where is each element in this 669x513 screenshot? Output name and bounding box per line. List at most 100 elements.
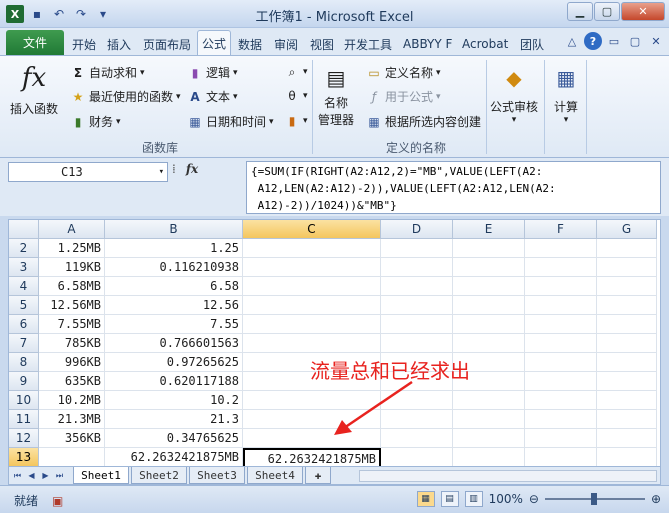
autosum-button[interactable]: Σ 自动求和 ▾ [70, 64, 145, 81]
cell-g13[interactable] [597, 448, 657, 466]
cell-f12[interactable] [525, 429, 597, 448]
row-header[interactable]: 2 [9, 239, 39, 258]
cell-b11[interactable]: 21.3 [105, 410, 243, 429]
cell-c4[interactable] [243, 277, 381, 296]
column-header-c[interactable]: C [243, 220, 381, 239]
page-break-view-icon[interactable]: ▥ [464, 491, 483, 507]
sheet-tab-3[interactable]: Sheet3 [189, 467, 245, 484]
cell-f4[interactable] [525, 277, 597, 296]
insert-function-button[interactable]: fx 插入函数 [10, 62, 58, 117]
cell-g3[interactable] [597, 258, 657, 277]
column-header-b[interactable]: B [105, 220, 243, 239]
column-header-a[interactable]: A [39, 220, 105, 239]
formula-input[interactable]: {=SUM(IF(RIGHT(A2:A12,2)="MB",VALUE(LEFT… [246, 161, 661, 214]
cell-c5[interactable] [243, 296, 381, 315]
zoom-in-icon[interactable]: ⊕ [651, 492, 661, 506]
cell-a2[interactable]: 1.25MB [39, 239, 105, 258]
maximize-button[interactable]: ▢ [594, 2, 620, 21]
cell-c13[interactable]: 62.2632421875MB [243, 448, 381, 466]
cell-b4[interactable]: 6.58 [105, 277, 243, 296]
row-header[interactable]: 13 [9, 448, 39, 466]
cell-f5[interactable] [525, 296, 597, 315]
cell-a4[interactable]: 6.58MB [39, 277, 105, 296]
cell-e10[interactable] [453, 391, 525, 410]
row-header[interactable]: 8 [9, 353, 39, 372]
cell-a11[interactable]: 21.3MB [39, 410, 105, 429]
sheet-tab-2[interactable]: Sheet2 [131, 467, 187, 484]
cell-e5[interactable] [453, 296, 525, 315]
tab-data[interactable]: 数据 [238, 33, 262, 55]
cell-d6[interactable] [381, 315, 453, 334]
more-functions-button[interactable]: ▮ ▾ [284, 113, 308, 129]
create-from-selection-button[interactable]: ▦ 根据所选内容创建 [366, 113, 481, 130]
row-header[interactable]: 7 [9, 334, 39, 353]
cell-f11[interactable] [525, 410, 597, 429]
tab-team[interactable]: 团队 [520, 33, 544, 55]
cell-e4[interactable] [453, 277, 525, 296]
cell-e13[interactable] [453, 448, 525, 466]
cell-e7[interactable] [453, 334, 525, 353]
zoom-level[interactable]: 100% [489, 492, 523, 506]
cell-b13[interactable]: 62.2632421875MB [105, 448, 243, 466]
workbook-close-icon[interactable]: ✕ [647, 32, 665, 50]
lookup-button[interactable]: ⌕ ▾ [284, 64, 308, 80]
cell-g6[interactable] [597, 315, 657, 334]
cell-f8[interactable] [525, 353, 597, 372]
tab-page-layout[interactable]: 页面布局 [143, 33, 191, 55]
cell-g7[interactable] [597, 334, 657, 353]
minimize-ribbon-icon[interactable]: △ [563, 32, 581, 50]
cell-f10[interactable] [525, 391, 597, 410]
sheet-tab-1[interactable]: Sheet1 [73, 467, 129, 484]
cell-f6[interactable] [525, 315, 597, 334]
cell-d13[interactable] [381, 448, 453, 466]
column-header-e[interactable]: E [453, 220, 525, 239]
cell-a8[interactable]: 996KB [39, 353, 105, 372]
cell-f9[interactable] [525, 372, 597, 391]
cell-e12[interactable] [453, 429, 525, 448]
cell-g5[interactable] [597, 296, 657, 315]
text-button[interactable]: A 文本 ▾ [187, 88, 237, 105]
zoom-slider[interactable] [544, 493, 645, 505]
recent-functions-button[interactable]: ★ 最近使用的函数 ▾ [70, 88, 181, 105]
tab-review[interactable]: 审阅 [274, 33, 298, 55]
tab-file[interactable]: 文件 [6, 30, 64, 55]
prev-sheet-icon[interactable]: ◀ [25, 469, 38, 482]
cell-f13[interactable] [525, 448, 597, 466]
cell-b10[interactable]: 10.2 [105, 391, 243, 410]
cell-a9[interactable]: 635KB [39, 372, 105, 391]
page-layout-view-icon[interactable]: ▤ [440, 491, 459, 507]
tab-home[interactable]: 开始 [72, 33, 96, 55]
tab-abbyy[interactable]: ABBYY F [403, 33, 452, 55]
cell-a3[interactable]: 119KB [39, 258, 105, 277]
cell-a5[interactable]: 12.56MB [39, 296, 105, 315]
calculation-button[interactable]: ▦ 计算 ▾ [550, 62, 582, 125]
tab-view[interactable]: 视图 [310, 33, 334, 55]
cell-a10[interactable]: 10.2MB [39, 391, 105, 410]
name-manager-button[interactable]: ▤ 名称 管理器 [318, 62, 354, 128]
macro-record-icon[interactable]: ▣ [52, 494, 63, 508]
cell-d2[interactable] [381, 239, 453, 258]
next-sheet-icon[interactable]: ▶ [39, 469, 52, 482]
sheet-tab-4[interactable]: Sheet4 [247, 467, 303, 484]
math-trig-button[interactable]: θ ▾ [284, 88, 307, 104]
cell-g8[interactable] [597, 353, 657, 372]
workbook-minimize-icon[interactable]: ▭ [605, 32, 623, 50]
chevron-down-icon[interactable]: ▾ [159, 163, 164, 181]
normal-view-icon[interactable]: ▦ [416, 491, 435, 507]
insert-function-icon[interactable]: fx [186, 162, 198, 176]
cell-b12[interactable]: 0.34765625 [105, 429, 243, 448]
datetime-button[interactable]: ▦ 日期和时间 ▾ [187, 113, 273, 130]
cell-f7[interactable] [525, 334, 597, 353]
new-sheet-icon[interactable]: ✚ [305, 467, 331, 484]
cell-e2[interactable] [453, 239, 525, 258]
column-header-d[interactable]: D [381, 220, 453, 239]
cell-f3[interactable] [525, 258, 597, 277]
cell-a7[interactable]: 785KB [39, 334, 105, 353]
cell-d7[interactable] [381, 334, 453, 353]
cell-a12[interactable]: 356KB [39, 429, 105, 448]
tab-acrobat[interactable]: Acrobat [462, 33, 508, 55]
cell-b3[interactable]: 0.116210938 [105, 258, 243, 277]
cell-e3[interactable] [453, 258, 525, 277]
splitter-icon[interactable]: ⁞ [172, 162, 176, 176]
minimize-button[interactable]: ▁ [567, 2, 593, 21]
